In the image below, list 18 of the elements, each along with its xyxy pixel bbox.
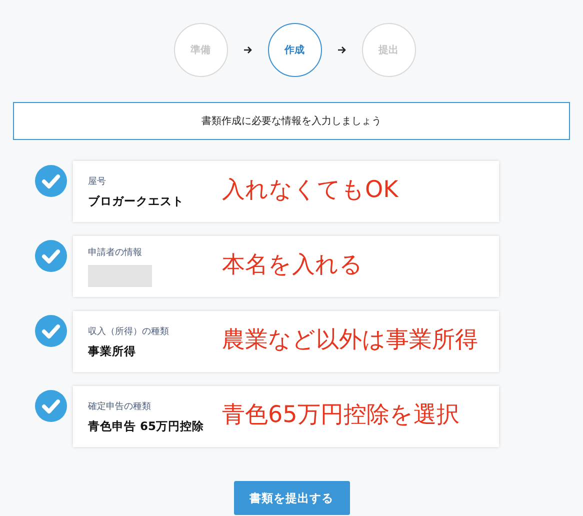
field-label: 申請者の情報 — [88, 246, 143, 259]
step-circle[interactable]: 提出 — [362, 23, 416, 77]
submit-button[interactable]: 書類を提出する — [234, 481, 350, 515]
annotation-text: 農業など以外は事業所得 — [222, 326, 478, 355]
field-label: 収入（所得）の種類 — [88, 326, 170, 338]
annotation-text: 本名を入れる — [222, 251, 363, 280]
step-circle[interactable]: 準備 — [174, 23, 228, 77]
arrow-icon — [242, 45, 252, 55]
step-circle[interactable]: 作成 — [268, 23, 322, 77]
field-value: ブロガークエスト — [88, 194, 185, 208]
field-value: 事業所得 — [88, 344, 137, 358]
annotation-text: 入れなくてもOK — [222, 176, 398, 205]
field-value: 青色申告 65万円控除 — [88, 418, 206, 434]
field-label: 確定申告の種類 — [88, 400, 152, 412]
annotation-text: 青色65万円控除を選択 — [222, 401, 460, 430]
info-banner: 書類作成に必要な情報を入力しましょう — [13, 102, 570, 140]
arrow-icon — [336, 45, 346, 55]
field-label: 屋号 — [88, 176, 107, 188]
